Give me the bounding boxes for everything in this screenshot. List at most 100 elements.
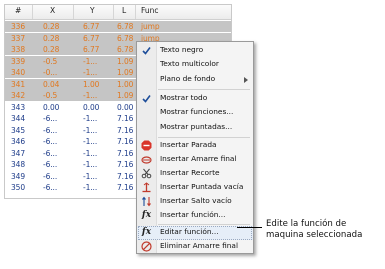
table-cell-l: 7.16 — [117, 160, 134, 169]
table-cell-n: 342 — [11, 91, 26, 100]
table-cell-l: 7.16 — [117, 114, 134, 123]
table-cell-n: 347 — [11, 148, 26, 158]
callout-line-2: maquina seleccionada — [266, 230, 363, 240]
table-cell-l: 6.78 — [117, 22, 134, 31]
table-cell-y: -1... — [83, 56, 98, 66]
table-cell-l: 6.78 — [117, 45, 134, 54]
column-header-func[interactable]: Func — [141, 6, 159, 15]
table-cell-y: -1... — [83, 114, 98, 123]
column-header-x[interactable]: X — [50, 6, 55, 15]
table-cell-x: -0.5 — [43, 91, 58, 100]
remove-tie-icon — [141, 241, 152, 252]
column-header-l[interactable]: L — [122, 6, 126, 15]
table-cell-y: 6.77 — [83, 22, 100, 31]
table-row[interactable]: 336 0.28 6.77 6.78 jump — [5, 21, 231, 32]
menu-item-mostrar-funciones[interactable]: Mostrar funciones... — [137, 106, 253, 120]
column-header-y[interactable]: Y — [90, 6, 95, 15]
table-cell-n: 338 — [11, 45, 26, 54]
menu-item-label: Mostrar funciones... — [160, 107, 234, 116]
check-icon — [141, 93, 152, 104]
table-cell-l: 0.00 — [117, 102, 134, 112]
table-cell-x: 0.28 — [43, 22, 60, 31]
table-cell-func: jump — [141, 22, 160, 31]
menu-item-texto-negro[interactable]: Texto negro — [137, 44, 253, 58]
table-cell-n: 350 — [11, 183, 26, 192]
menu-item-label: Insertar Recorte — [160, 168, 220, 177]
table-cell-y: 6.77 — [83, 33, 100, 43]
table-cell-x: -0.5 — [43, 56, 58, 66]
menu-item-label: Insertar Parada — [160, 140, 217, 149]
table-cell-x: -6... — [43, 137, 58, 146]
submenu-arrow-icon — [244, 77, 248, 83]
menu-item-label: Insertar Puntada vacía — [160, 182, 244, 191]
table-cell-l: 6.78 — [117, 33, 134, 43]
menu-item-plano-de-fondo[interactable]: Plano de fondo — [137, 73, 253, 87]
table-cell-l: 7.16 — [117, 171, 134, 181]
menu-item-label: Texto multicolor — [160, 59, 219, 68]
table-cell-n: 344 — [11, 114, 26, 123]
table-cell-n: 336 — [11, 22, 26, 31]
menu-item-insertar-recorte[interactable]: Insertar Recorte — [137, 167, 253, 181]
menu-item-insertar-salto-vacio[interactable]: Insertar Salto vacío — [137, 195, 253, 209]
table-cell-l: 7.16 — [117, 148, 134, 158]
menu-separator — [158, 137, 250, 138]
table-cell-x: -6... — [43, 148, 58, 158]
tie-off-icon — [141, 154, 152, 165]
table-cell-x: -6... — [43, 114, 58, 123]
table-cell-l: 7.16 — [117, 137, 134, 146]
table-cell-n: 340 — [11, 68, 26, 77]
table-cell-y: 1.00 — [83, 79, 100, 89]
table-cell-x: 0.28 — [43, 45, 60, 54]
menu-item-label: Editar función... — [160, 227, 219, 236]
menu-item-mostrar-puntadas[interactable]: Mostrar puntadas... — [137, 121, 253, 135]
table-cell-l: 1.09 — [117, 68, 134, 77]
table-cell-x: -6... — [43, 125, 58, 135]
scissors-icon — [141, 168, 152, 179]
menu-item-insertar-puntada-vacia[interactable]: Insertar Puntada vacía — [137, 181, 253, 195]
table-cell-n: 349 — [11, 171, 26, 181]
menu-item-eliminar-amarre-final[interactable]: Eliminar Amarre final — [137, 240, 253, 254]
table-cell-l: 1.09 — [117, 91, 134, 100]
column-header-number[interactable]: # — [15, 6, 21, 15]
check-icon — [141, 45, 152, 56]
table-cell-y: -1... — [83, 160, 98, 169]
menu-item-editar-funcion[interactable]: fx Editar función... — [137, 226, 253, 240]
context-menu: Texto negro Texto multicolor Plano de fo… — [136, 41, 254, 254]
menu-item-insertar-funcion[interactable]: fx Insertar función... — [137, 209, 253, 223]
menu-item-insertar-parada[interactable]: Insertar Parada — [137, 139, 253, 153]
table-cell-y: -1... — [83, 125, 98, 135]
table-cell-n: 343 — [11, 102, 26, 112]
table-cell-n: 348 — [11, 160, 26, 169]
table-cell-x: -6... — [43, 171, 58, 181]
table-cell-y: 0.00 — [83, 102, 100, 112]
callout-text: Edite la función de maquina seleccionada — [266, 219, 384, 241]
table-cell-x: 0.00 — [43, 102, 60, 112]
table-cell-y: 6.77 — [83, 45, 100, 54]
menu-item-label: Plano de fondo — [160, 74, 216, 83]
table-cell-y: -1... — [83, 183, 98, 192]
table-cell-x: -0... — [43, 68, 58, 77]
stop-icon — [141, 140, 152, 151]
menu-separator — [158, 89, 250, 90]
table-cell-n: 345 — [11, 125, 26, 135]
table-cell-y: -1... — [83, 68, 98, 77]
function-icon: fx — [141, 210, 152, 220]
jump-icon — [141, 196, 152, 207]
table-cell-l: 1.00 — [117, 79, 134, 89]
table-cell-x: 0.04 — [43, 79, 60, 89]
menu-item-label: Mostrar puntadas... — [160, 122, 233, 131]
table-cell-y: -1... — [83, 171, 98, 181]
menu-item-mostrar-todo[interactable]: Mostrar todo — [137, 92, 253, 106]
callout-line-1: Edite la función de — [266, 219, 347, 229]
menu-item-label: Eliminar Amarre final — [160, 241, 239, 250]
table-header: # X Y L Func — [5, 5, 231, 20]
table-cell-x: -6... — [43, 160, 58, 169]
table-cell-y: -1... — [83, 148, 98, 158]
table-cell-l: 7.16 — [117, 125, 134, 135]
empty-stitch-icon — [141, 182, 152, 193]
menu-item-insertar-amarre-final[interactable]: Insertar Amarre final — [137, 153, 253, 167]
menu-item-texto-multicolor[interactable]: Texto multicolor — [137, 58, 253, 72]
table-cell-l: 1.09 — [117, 56, 134, 66]
table-cell-y: -1... — [83, 137, 98, 146]
table-cell-n: 341 — [11, 79, 26, 89]
